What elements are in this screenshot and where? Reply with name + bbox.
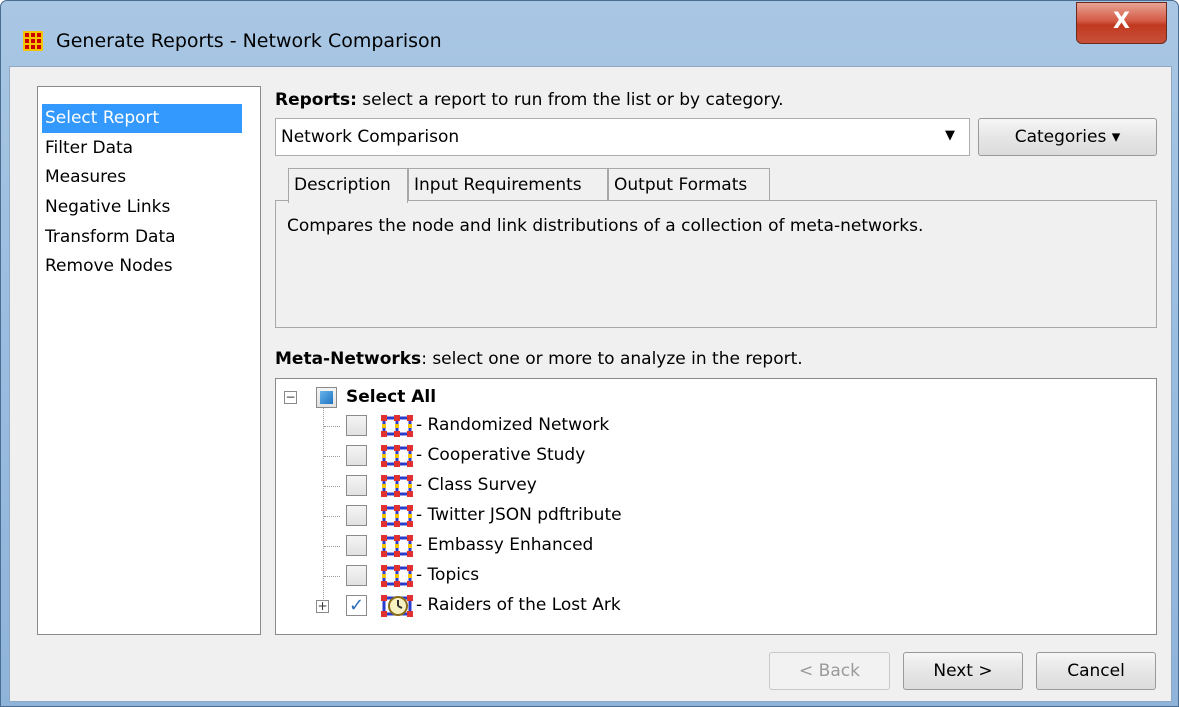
- network-label[interactable]: - Class Survey: [416, 475, 537, 495]
- meta-network-icon: [381, 565, 413, 587]
- network-label[interactable]: - Embassy Enhanced: [416, 535, 593, 555]
- tree-row: - Embassy Enhanced: [276, 532, 876, 560]
- network-label[interactable]: - Twitter JSON pdftribute: [416, 505, 622, 525]
- network-checkbox[interactable]: [346, 415, 367, 436]
- expand-icon[interactable]: +: [316, 600, 329, 613]
- tree-connector: [324, 426, 340, 427]
- back-button[interactable]: < Back: [769, 652, 890, 690]
- network-name: Raiders of the Lost Ark: [427, 595, 621, 615]
- network-checkbox[interactable]: [346, 565, 367, 586]
- dropdown-arrow-icon[interactable]: ▼: [945, 128, 955, 143]
- network-checkbox[interactable]: [346, 445, 367, 466]
- network-label[interactable]: - Randomized Network: [416, 415, 609, 435]
- network-name: Class Survey: [427, 475, 537, 495]
- network-name: Cooperative Study: [427, 445, 586, 465]
- tree-row: - Class Survey: [276, 472, 876, 500]
- tree-connector: [324, 486, 340, 487]
- tree-connector: [324, 456, 340, 457]
- network-checkbox[interactable]: [346, 535, 367, 556]
- network-checkbox[interactable]: [346, 475, 367, 496]
- meta-network-icon: [381, 535, 413, 557]
- select-all-label[interactable]: Select All: [346, 387, 436, 407]
- tab-description[interactable]: Description: [288, 168, 408, 203]
- network-name: Embassy Enhanced: [427, 535, 594, 555]
- tree-connector: [324, 516, 340, 517]
- report-description: Compares the node and link distributions…: [287, 216, 924, 236]
- meta-networks-label: Meta-Networks: select one or more to ana…: [275, 349, 803, 369]
- tree-row-select-all: − Select All: [276, 384, 676, 412]
- dynamic-meta-network-icon: [381, 595, 413, 617]
- meta-networks-label-text: : select one or more to analyze in the r…: [421, 349, 803, 369]
- meta-network-tree: − Select All - Randomized Network - Coop…: [275, 378, 1157, 635]
- app-grid-icon: [23, 31, 43, 51]
- tree-row: - Randomized Network: [276, 412, 876, 440]
- meta-network-icon: [381, 415, 413, 437]
- title-bar[interactable]: Generate Reports - Network Comparison X: [1, 1, 1178, 65]
- network-name: Topics: [427, 565, 480, 585]
- tree-row: - Topics: [276, 562, 876, 590]
- nav-item-negative-links[interactable]: Negative Links: [42, 193, 242, 222]
- report-select[interactable]: Network Comparison ▼: [275, 118, 970, 156]
- tree-row: - Cooperative Study: [276, 442, 876, 470]
- network-checkbox[interactable]: ✓: [346, 595, 367, 616]
- tab-output-formats[interactable]: Output Formats: [608, 168, 770, 202]
- nav-item-measures[interactable]: Measures: [42, 163, 242, 192]
- reports-label-text: select a report to run from the list or …: [356, 90, 784, 110]
- network-name: Twitter JSON pdftribute: [427, 505, 622, 525]
- window-title: Generate Reports - Network Comparison: [56, 30, 442, 52]
- wizard-step-list: Select Report Filter Data Measures Negat…: [37, 86, 261, 635]
- tree-connector: [324, 546, 340, 547]
- select-all-checkbox[interactable]: [316, 387, 337, 408]
- cancel-button[interactable]: Cancel: [1036, 652, 1156, 690]
- meta-network-icon: [381, 505, 413, 527]
- close-button[interactable]: X: [1076, 2, 1167, 44]
- network-label[interactable]: - Cooperative Study: [416, 445, 585, 465]
- description-panel: Compares the node and link distributions…: [275, 200, 1157, 328]
- tab-input-requirements[interactable]: Input Requirements: [408, 168, 608, 202]
- collapse-icon[interactable]: −: [284, 391, 297, 404]
- meta-networks-label-bold: Meta-Networks: [275, 349, 422, 369]
- reports-label: Reports: select a report to run from the…: [275, 90, 784, 110]
- categories-button[interactable]: Categories ▾: [978, 118, 1157, 156]
- network-checkbox[interactable]: [346, 505, 367, 526]
- network-label[interactable]: - Topics: [416, 565, 479, 585]
- report-select-value: Network Comparison: [281, 127, 460, 147]
- nav-item-transform-data[interactable]: Transform Data: [42, 223, 242, 252]
- meta-network-icon: [381, 475, 413, 497]
- dialog-window: Generate Reports - Network Comparison X …: [0, 0, 1179, 707]
- tree-row: + ✓ - Raiders of the Lost Ark: [276, 592, 876, 620]
- tree-row: - Twitter JSON pdftribute: [276, 502, 876, 530]
- network-name: Randomized Network: [427, 415, 610, 435]
- tree-connector: [324, 576, 340, 577]
- nav-item-remove-nodes[interactable]: Remove Nodes: [42, 252, 242, 281]
- dialog-body: Select Report Filter Data Measures Negat…: [9, 66, 1172, 702]
- network-label[interactable]: - Raiders of the Lost Ark: [416, 595, 621, 615]
- next-button[interactable]: Next >: [903, 652, 1023, 690]
- nav-item-filter-data[interactable]: Filter Data: [42, 134, 242, 163]
- meta-network-icon: [381, 445, 413, 467]
- nav-item-select-report[interactable]: Select Report: [42, 104, 242, 133]
- reports-label-bold: Reports:: [275, 90, 357, 110]
